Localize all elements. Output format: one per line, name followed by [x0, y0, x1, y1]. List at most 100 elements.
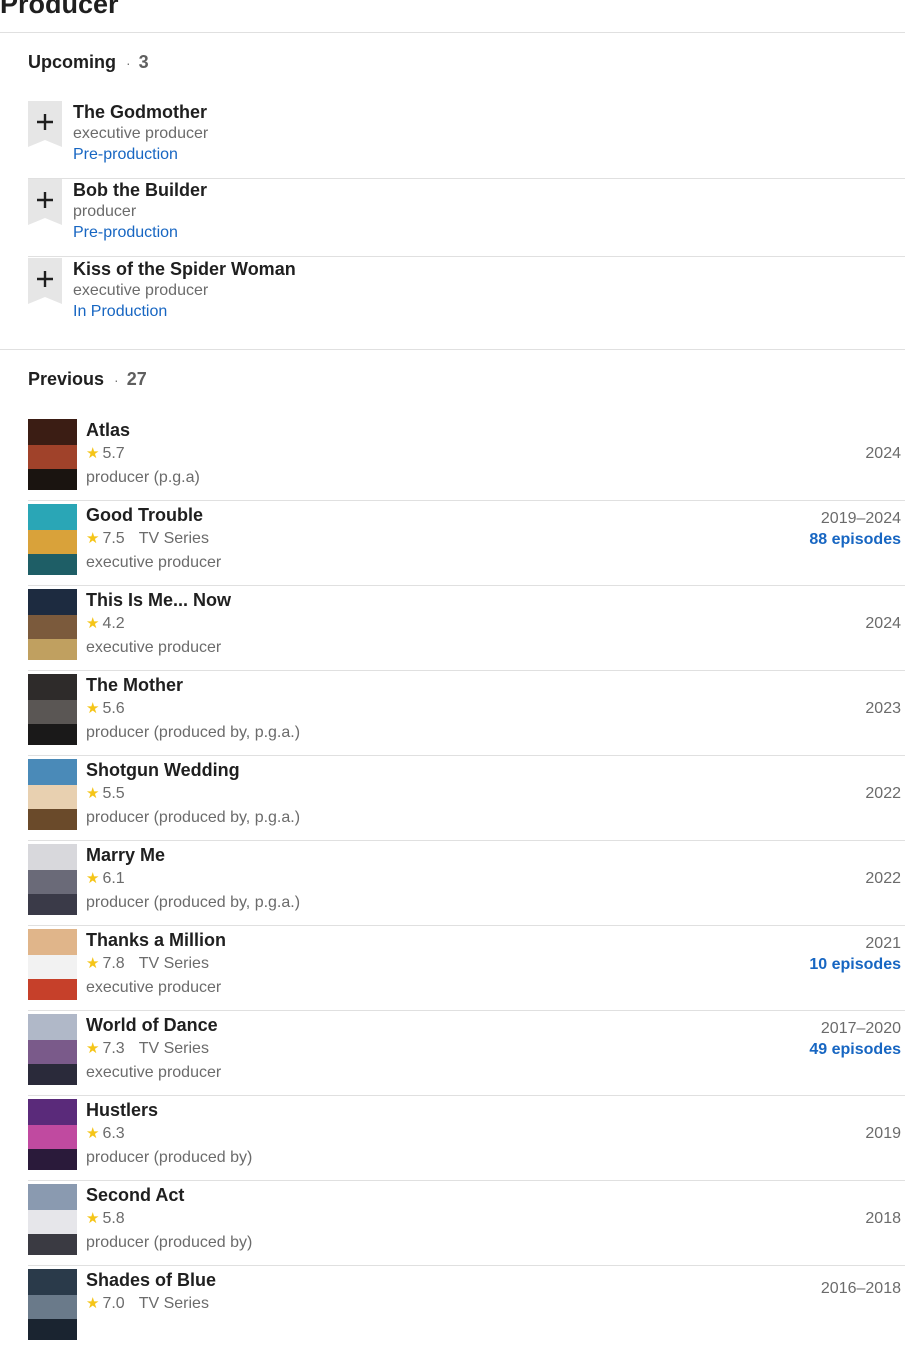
credit-role: producer (produced by, p.g.a.) — [86, 724, 301, 741]
title-type: TV Series — [138, 955, 209, 972]
plus-icon — [28, 179, 62, 225]
rating-value: 5.7 — [102, 445, 125, 462]
previous-count: 27 — [126, 369, 147, 389]
previous-item: Thanks a Million ★ 7.8 TV Series executive p… — [28, 926, 905, 1011]
rating-value: 6.3 — [102, 1125, 125, 1142]
poster-image[interactable] — [28, 1014, 77, 1085]
credit-role: producer (produced by) — [86, 1149, 253, 1166]
rating-line: ★ 4.2 — [86, 611, 231, 636]
credit-title[interactable]: World of Dance — [86, 1014, 221, 1036]
add-to-watchlist-button[interactable] — [28, 258, 62, 304]
upcoming-heading: Upcoming — [28, 52, 116, 72]
star-icon: ★ — [86, 615, 100, 632]
credit-title[interactable]: Second Act — [86, 1184, 252, 1206]
year: 2018 — [865, 1210, 901, 1227]
episode-count-link[interactable]: 88 episodes — [809, 531, 901, 549]
poster-image[interactable] — [28, 674, 77, 745]
star-icon: ★ — [86, 700, 100, 717]
rating-line: ★ 7.3 TV Series — [86, 1036, 221, 1061]
previous-item: Shades of Blue ★ 7.0 TV Series 2016–2018 — [28, 1266, 905, 1351]
rating-line: ★ 7.0 TV Series — [86, 1291, 216, 1316]
star-icon: ★ — [86, 445, 100, 462]
credit-role: executive producer — [86, 639, 222, 656]
credit-title[interactable]: This Is Me... Now — [86, 589, 231, 611]
rating-line: ★ 5.6 — [86, 696, 300, 721]
previous-item: Second Act ★ 5.8 producer (produced by) 2018 — [28, 1181, 905, 1266]
episode-count-link[interactable]: 49 episodes — [809, 1041, 901, 1059]
year-range: 2017–2020 — [820, 1020, 901, 1037]
upcoming-title[interactable]: Bob the Builder — [73, 179, 207, 201]
rating-value: 6.1 — [102, 870, 125, 887]
previous-item: The Mother ★ 5.6 producer (produced by, p.g… — [28, 671, 905, 756]
plus-icon — [28, 101, 62, 147]
poster-image[interactable] — [28, 419, 77, 490]
add-to-watchlist-button[interactable] — [28, 101, 62, 147]
rating-line: ★ 6.3 — [86, 1121, 252, 1146]
year-range: 2019–2024 — [820, 510, 901, 527]
credit-title[interactable]: Hustlers — [86, 1099, 252, 1121]
poster-image[interactable] — [28, 1099, 77, 1170]
previous-credits-list: Atlas ★ 5.7 producer (p.g.a) 2024 Good Troubl… — [28, 416, 905, 1351]
poster-image[interactable] — [28, 844, 77, 915]
previous-item: World of Dance ★ 7.3 TV Series executive pro… — [28, 1011, 905, 1096]
credit-title[interactable]: Thanks a Million — [86, 929, 226, 951]
upcoming-role: executive producer — [73, 125, 209, 142]
star-icon: ★ — [86, 1295, 100, 1312]
upcoming-header: Upcoming · 3 — [28, 52, 149, 73]
previous-item: Marry Me ★ 6.1 producer (produced by, p.g.a… — [28, 841, 905, 926]
plus-icon — [28, 258, 62, 304]
star-icon: ★ — [86, 1210, 100, 1227]
upcoming-role: producer — [73, 203, 137, 220]
credit-title[interactable]: The Mother — [86, 674, 300, 696]
upcoming-title[interactable]: Kiss of the Spider Woman — [73, 258, 296, 280]
credit-role: executive producer — [86, 554, 222, 571]
divider — [0, 32, 905, 33]
previous-item: Good Trouble ★ 7.5 TV Series executive produ… — [28, 501, 905, 586]
upcoming-count: 3 — [138, 52, 149, 72]
credit-title[interactable]: Good Trouble — [86, 504, 221, 526]
poster-image[interactable] — [28, 504, 77, 575]
previous-header: Previous · 27 — [28, 369, 147, 390]
credit-role: producer (p.g.a) — [86, 469, 200, 486]
credit-title[interactable]: Shotgun Wedding — [86, 759, 300, 781]
credit-title[interactable]: Marry Me — [86, 844, 300, 866]
previous-item: Atlas ★ 5.7 producer (p.g.a) 2024 — [28, 416, 905, 501]
star-icon: ★ — [86, 870, 100, 887]
add-to-watchlist-button[interactable] — [28, 179, 62, 225]
poster-image[interactable] — [28, 759, 77, 830]
year-range: 2021 — [865, 935, 901, 952]
year: 2019 — [865, 1125, 901, 1142]
rating-value: 7.5 — [102, 530, 125, 547]
poster-image[interactable] — [28, 589, 77, 660]
credit-title[interactable]: Shades of Blue — [86, 1269, 216, 1291]
credit-role: executive producer — [86, 979, 222, 996]
page-title: Producer — [0, 0, 119, 19]
title-type: TV Series — [138, 530, 209, 547]
poster-image[interactable] — [28, 1269, 77, 1340]
previous-item: Shotgun Wedding ★ 5.5 producer (produced by… — [28, 756, 905, 841]
rating-value: 4.2 — [102, 615, 125, 632]
rating-value: 7.8 — [102, 955, 125, 972]
title-type: TV Series — [138, 1040, 209, 1057]
rating-value: 5.5 — [102, 785, 125, 802]
rating-value: 5.6 — [102, 700, 125, 717]
star-icon: ★ — [86, 1125, 100, 1142]
previous-heading: Previous — [28, 369, 105, 389]
rating-line: ★ 7.5 TV Series — [86, 526, 221, 551]
year: 2016–2018 — [820, 1280, 901, 1297]
star-icon: ★ — [86, 785, 100, 802]
rating-line: ★ 5.7 — [86, 441, 200, 466]
year: 2024 — [865, 445, 901, 462]
production-status: Pre-production — [73, 146, 178, 163]
year: 2023 — [865, 700, 901, 717]
credit-role: producer (produced by, p.g.a.) — [86, 809, 301, 826]
poster-image[interactable] — [28, 929, 77, 1000]
poster-image[interactable] — [28, 1184, 77, 1255]
rating-value: 7.3 — [102, 1040, 125, 1057]
upcoming-role: executive producer — [73, 282, 209, 299]
title-type: TV Series — [138, 1295, 209, 1312]
credit-title[interactable]: Atlas — [86, 419, 200, 441]
episode-count-link[interactable]: 10 episodes — [809, 956, 901, 974]
upcoming-title[interactable]: The Godmother — [73, 101, 208, 123]
rating-line: ★ 7.8 TV Series — [86, 951, 226, 976]
